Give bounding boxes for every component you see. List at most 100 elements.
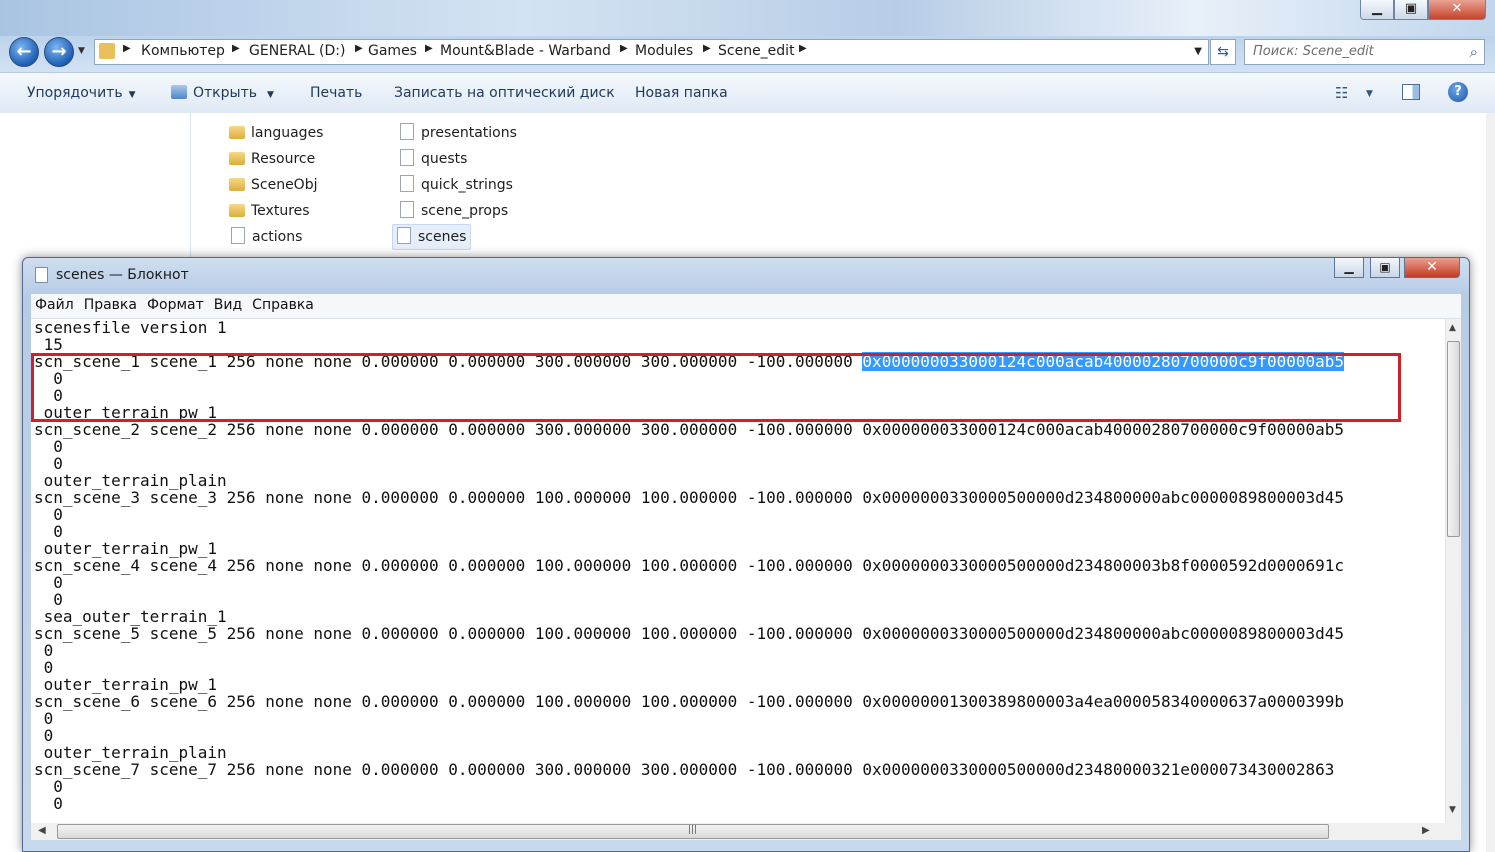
list-item-selected[interactable]: scenes (392, 224, 472, 250)
vertical-scrollbar[interactable]: ▲ ▼ (1445, 319, 1461, 823)
scroll-thumb[interactable] (1447, 341, 1460, 537)
preview-pane-icon[interactable] (1402, 84, 1420, 100)
search-input[interactable] (1251, 43, 1455, 60)
text-line: scn_scene_7 scene_7 256 none none 0.0000… (34, 760, 1335, 779)
breadcrumb-computer[interactable]: Компьютер (141, 43, 225, 59)
back-arrow-icon[interactable]: ← (9, 37, 39, 67)
file-icon (400, 175, 414, 192)
maximize-button[interactable]: ▣ (1394, 0, 1428, 20)
breadcrumb-scene-edit[interactable]: Scene_edit (718, 43, 795, 59)
menu-file[interactable]: Файл (31, 294, 78, 313)
file-name: actions (252, 229, 303, 245)
explorer-scrollbar[interactable] (1486, 113, 1495, 852)
file-name: Resource (251, 151, 316, 167)
file-icon (231, 227, 245, 244)
folder-icon (99, 43, 115, 59)
text-line: scn_scene_6 scene_6 256 none none 0.0000… (34, 692, 1345, 711)
selected-text: 0x000000033000124c000acab40000280700000c… (862, 352, 1345, 371)
close-button[interactable]: ✕ (1428, 0, 1486, 20)
list-item[interactable]: quick_strings (398, 173, 513, 197)
folder-icon (229, 126, 245, 139)
breadcrumb-drive[interactable]: GENERAL (D:) (249, 43, 345, 59)
explorer-title-bar (0, 0, 1495, 36)
search-icon[interactable]: ⌕ (1470, 43, 1478, 61)
new-folder-button[interactable]: Новая папка (635, 85, 728, 101)
list-item[interactable]: actions (229, 225, 302, 249)
menu-bar: Файл Правка Формат Вид Справка (31, 294, 1461, 319)
file-name: scenes (418, 229, 467, 245)
chevron-right-icon[interactable]: ▶ (123, 43, 131, 54)
scroll-right-icon[interactable]: ▶ (1422, 825, 1430, 836)
search-box[interactable]: ⌕ (1244, 39, 1485, 65)
file-icon (400, 123, 414, 140)
chevron-right-icon[interactable]: ▶ (620, 43, 628, 54)
breadcrumb-warband[interactable]: Mount&Blade - Warband (440, 43, 611, 59)
list-item[interactable]: SceneObj (229, 173, 317, 197)
notepad-window: scenes — Блокнот ▁ ▣ ✕ Файл Правка Формат В… (22, 257, 1470, 852)
maximize-button[interactable]: ▣ (1370, 258, 1400, 278)
scroll-down-icon[interactable]: ▼ (1449, 805, 1456, 815)
minimize-button[interactable]: ▁ (1360, 0, 1394, 20)
organize-label: Упорядочить (27, 85, 123, 101)
history-dropdown-icon[interactable]: ▼ (78, 46, 85, 56)
organize-button[interactable]: Упорядочить ▼ (27, 85, 136, 101)
chevron-down-icon[interactable]: ▼ (1194, 46, 1202, 57)
refresh-icon[interactable]: ⇆ (1210, 39, 1236, 65)
address-bar[interactable]: ▶ Компьютер ▶ GENERAL (D:) ▶ Games ▶ Mou… (94, 39, 1209, 65)
file-name: Textures (251, 203, 310, 219)
help-icon[interactable]: ? (1448, 82, 1468, 102)
print-button[interactable]: Печать (310, 85, 362, 101)
list-item[interactable]: Textures (229, 199, 310, 223)
chevron-right-icon[interactable]: ▶ (232, 43, 240, 54)
forward-arrow-icon[interactable]: → (44, 37, 74, 67)
list-item[interactable]: scene_props (398, 199, 508, 223)
file-icon (400, 149, 414, 166)
text-line: 0 (34, 794, 63, 813)
file-name: quick_strings (421, 177, 513, 193)
breadcrumb-modules[interactable]: Modules (635, 43, 693, 59)
list-item[interactable]: presentations (398, 121, 517, 145)
folder-icon (229, 204, 245, 217)
file-icon (397, 227, 411, 244)
chevron-right-icon[interactable]: ▶ (355, 43, 363, 54)
chevron-down-icon[interactable]: ▼ (1366, 89, 1373, 99)
text-line: scn_scene_1 scene_1 256 none none 0.0000… (34, 352, 863, 371)
file-name: scene_props (421, 203, 509, 219)
list-item[interactable]: languages (229, 121, 323, 145)
chevron-right-icon[interactable]: ▶ (703, 43, 711, 54)
text-editor[interactable]: scenesfile version 1 15 scn_scene_1 scen… (31, 319, 1461, 823)
text-line: scn_scene_4 scene_4 256 none none 0.0000… (34, 556, 1345, 575)
notepad-icon (35, 267, 48, 283)
folder-icon (229, 178, 245, 191)
scroll-up-icon[interactable]: ▲ (1449, 323, 1456, 333)
chevron-down-icon: ▼ (266, 90, 274, 100)
menu-edit[interactable]: Правка (80, 294, 141, 313)
scroll-left-icon[interactable]: ◀ (38, 825, 46, 836)
open-button[interactable]: Открыть ▼ (171, 85, 274, 101)
chevron-right-icon[interactable]: ▶ (425, 43, 433, 54)
file-icon (400, 201, 414, 218)
menu-view[interactable]: Вид (210, 294, 246, 313)
chevron-right-icon[interactable]: ▶ (799, 43, 807, 54)
text-line: scn_scene_2 scene_2 256 none none 0.0000… (34, 420, 1345, 439)
close-button[interactable]: ✕ (1404, 258, 1460, 278)
open-label: Открыть (193, 85, 257, 101)
text-line: scn_scene_3 scene_3 256 none none 0.0000… (34, 488, 1345, 507)
list-item[interactable]: quests (398, 147, 467, 171)
menu-help[interactable]: Справка (248, 294, 318, 313)
list-item[interactable]: Resource (229, 147, 315, 171)
size-grip[interactable] (1445, 823, 1461, 840)
breadcrumb-games[interactable]: Games (368, 43, 417, 59)
scroll-thumb[interactable]: ||| (57, 824, 1329, 839)
minimize-button[interactable]: ▁ (1334, 258, 1364, 278)
burn-disc-button[interactable]: Записать на оптический диск (394, 85, 615, 101)
editor-content[interactable]: scenesfile version 1 15 scn_scene_1 scen… (34, 319, 1345, 813)
open-icon (171, 85, 187, 99)
view-options-icon[interactable]: ☷ (1335, 84, 1348, 102)
menu-format[interactable]: Формат (143, 294, 208, 313)
grip-icon: ||| (688, 825, 698, 835)
file-name: presentations (421, 125, 517, 141)
folder-icon (229, 152, 245, 165)
notepad-title: scenes — Блокнот (56, 267, 189, 283)
horizontal-scrollbar[interactable]: ◀ ||| ▶ (31, 823, 1445, 840)
